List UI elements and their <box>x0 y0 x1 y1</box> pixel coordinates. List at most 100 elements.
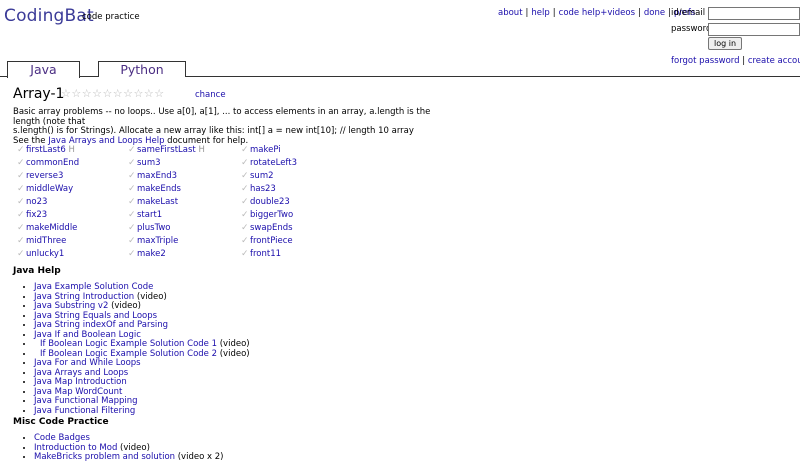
problem-item: ✓firstLast6 H <box>17 144 79 157</box>
hint-marker: H <box>198 145 205 155</box>
help-link[interactable]: Java Map WordCount <box>34 387 122 397</box>
help-link[interactable]: Java String indexOf and Parsing <box>34 320 168 330</box>
check-icon: ✓ <box>128 236 136 246</box>
problem-item: ✓makeEnds <box>128 183 205 196</box>
problem-link[interactable]: maxTriple <box>137 236 178 246</box>
problem-link[interactable]: firstLast6 <box>26 145 66 155</box>
problem-item: ✓sum2 <box>241 170 297 183</box>
check-icon: ✓ <box>128 197 136 207</box>
chance-link[interactable]: chance <box>195 90 226 100</box>
nav-about[interactable]: about <box>498 8 523 18</box>
help-link[interactable]: Java String Equals and Loops <box>34 311 157 321</box>
misc-link[interactable]: Introduction to Mod <box>34 443 117 453</box>
help-link[interactable]: Java Substring v2 <box>34 301 108 311</box>
password-input[interactable] <box>708 23 800 36</box>
problem-link[interactable]: no23 <box>26 197 47 207</box>
problem-link[interactable]: double23 <box>250 197 290 207</box>
problem-item: ✓frontPiece <box>241 235 297 248</box>
problem-link[interactable]: sum2 <box>250 171 274 181</box>
java-help-list: Java Example Solution Code Java String I… <box>24 282 250 417</box>
problem-column-2: ✓sameFirstLast H ✓sum3 ✓maxEnd3 ✓makeEnd… <box>128 144 205 261</box>
check-icon: ✓ <box>17 223 25 233</box>
problem-link[interactable]: frontPiece <box>250 236 293 246</box>
problem-link[interactable]: midThree <box>26 236 66 246</box>
misc-link[interactable]: Code Badges <box>34 433 90 443</box>
help-link[interactable]: If Boolean Logic Example Solution Code 2 <box>40 349 217 359</box>
help-link[interactable]: Java Example Solution Code <box>34 282 153 292</box>
help-link[interactable]: If Boolean Logic Example Solution Code 1 <box>40 339 217 349</box>
check-icon: ✓ <box>241 197 249 207</box>
problem-item: ✓maxEnd3 <box>128 170 205 183</box>
problem-link[interactable]: sum3 <box>137 158 161 168</box>
problem-link[interactable]: front11 <box>250 249 281 259</box>
misc-link[interactable]: MakeBricks problem and solution <box>34 452 175 462</box>
help-link[interactable]: Java Map Introduction <box>34 377 127 387</box>
problem-link[interactable]: rotateLeft3 <box>250 158 297 168</box>
check-icon: ✓ <box>128 158 136 168</box>
problem-column-1: ✓firstLast6 H ✓commonEnd ✓reverse3 ✓midd… <box>17 144 79 261</box>
problem-item: ✓middleWay <box>17 183 79 196</box>
problem-link[interactable]: plusTwo <box>137 223 171 233</box>
tab-python[interactable]: Python <box>98 61 186 77</box>
site-tagline: code practice <box>82 12 140 22</box>
difficulty-stars-icon: ☆☆☆☆☆☆☆☆☆☆ <box>61 87 165 100</box>
misc-list: Code Badges Introduction to Mod (video) … <box>24 433 224 463</box>
help-link[interactable]: Java Functional Filtering <box>34 406 135 416</box>
tab-java[interactable]: Java <box>7 61 80 78</box>
nav-done[interactable]: done <box>644 8 665 18</box>
log-in-button[interactable]: log in <box>708 37 743 50</box>
id-email-label: id/email <box>671 8 706 18</box>
problem-link[interactable]: swapEnds <box>250 223 293 233</box>
check-icon: ✓ <box>241 223 249 233</box>
problem-link[interactable]: sameFirstLast <box>137 145 196 155</box>
problem-item: ✓make2 <box>128 248 205 261</box>
create-account-link[interactable]: create account <box>748 56 800 66</box>
desc-line-1: Basic array problems -- no loops.. Use a… <box>13 107 431 127</box>
misc-suffix: (video) <box>117 442 150 453</box>
section-description: Basic array problems -- no loops.. Use a… <box>13 107 453 146</box>
nav-help[interactable]: help <box>531 8 549 18</box>
check-icon: ✓ <box>17 249 25 259</box>
problem-link[interactable]: make2 <box>137 249 166 259</box>
list-item: Java Functional Filtering <box>34 406 250 417</box>
problem-item: ✓midThree <box>17 235 79 248</box>
help-link[interactable]: Java If and Boolean Logic <box>34 330 141 340</box>
problem-column-3: ✓makePi ✓rotateLeft3 ✓sum2 ✓has23 ✓doubl… <box>241 144 297 261</box>
problem-item: ✓makeMiddle <box>17 222 79 235</box>
problem-link[interactable]: maxEnd3 <box>137 171 177 181</box>
problem-item: ✓rotateLeft3 <box>241 157 297 170</box>
problem-link[interactable]: commonEnd <box>26 158 79 168</box>
misc-heading: Misc Code Practice <box>13 417 109 427</box>
check-icon: ✓ <box>128 171 136 181</box>
problem-link[interactable]: has23 <box>250 184 276 194</box>
site-logo[interactable]: CodingBat <box>4 6 94 26</box>
problem-link[interactable]: middleWay <box>26 184 73 194</box>
problem-link[interactable]: fix23 <box>26 210 47 220</box>
check-icon: ✓ <box>241 171 249 181</box>
problem-link[interactable]: start1 <box>137 210 162 220</box>
help-link[interactable]: Java String Introduction <box>34 292 134 302</box>
password-label: password <box>671 24 712 34</box>
problem-link[interactable]: reverse3 <box>26 171 63 181</box>
forgot-password-link[interactable]: forgot password <box>671 56 740 66</box>
problem-link[interactable]: unlucky1 <box>26 249 64 259</box>
help-link[interactable]: Java For and While Loops <box>34 358 141 368</box>
problem-item: ✓reverse3 <box>17 170 79 183</box>
id-email-input[interactable] <box>708 7 800 20</box>
help-suffix: (video) <box>217 348 250 359</box>
problem-item: ✓fix23 <box>17 209 79 222</box>
check-icon: ✓ <box>241 184 249 194</box>
problem-link[interactable]: biggerTwo <box>250 210 293 220</box>
problem-link[interactable]: makeEnds <box>137 184 181 194</box>
check-icon: ✓ <box>241 145 249 155</box>
help-link[interactable]: Java Functional Mapping <box>34 396 138 406</box>
help-link[interactable]: Java Arrays and Loops <box>34 368 128 378</box>
misc-suffix: (video x 2) <box>175 452 224 462</box>
problem-item: ✓makeLast <box>128 196 205 209</box>
nav-code-help-videos[interactable]: code help+videos <box>559 8 635 18</box>
problem-link[interactable]: makeMiddle <box>26 223 77 233</box>
problem-link[interactable]: makePi <box>250 145 281 155</box>
problem-item: ✓commonEnd <box>17 157 79 170</box>
check-icon: ✓ <box>128 184 136 194</box>
problem-link[interactable]: makeLast <box>137 197 178 207</box>
